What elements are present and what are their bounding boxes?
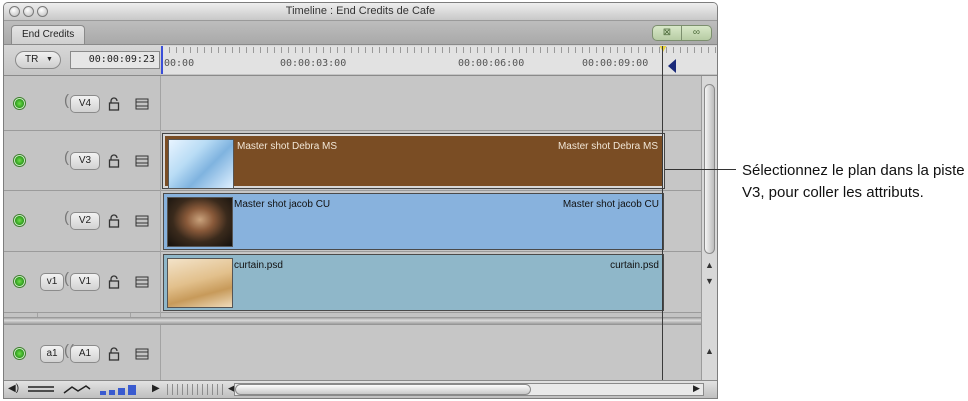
out-point-marker xyxy=(668,59,676,73)
track-enable-toggle[interactable] xyxy=(13,97,26,110)
track-lane-v4[interactable] xyxy=(161,76,701,131)
ruler-label: 00:00 xyxy=(164,58,195,69)
snapping-button[interactable]: ⊠ xyxy=(652,25,682,41)
clip-thumbnail xyxy=(168,139,234,189)
track-enable-toggle[interactable] xyxy=(13,214,26,227)
dest-control-v4[interactable]: V4 xyxy=(70,95,100,113)
track-enable-toggle[interactable] xyxy=(13,275,26,288)
clip-thumbnail xyxy=(167,258,233,308)
bottom-control-bar: ◀) ▶ ◀ ▶ xyxy=(4,380,717,398)
dest-control-a1[interactable]: A1 xyxy=(70,345,100,363)
playhead-line xyxy=(662,46,663,390)
snapping-icon: ⊠ xyxy=(662,27,672,38)
clip-master-shot-debra-ms[interactable]: Master shot Debra MS Master shot Debra M… xyxy=(162,133,665,189)
dest-control-v1[interactable]: V1 xyxy=(70,273,100,291)
track-area: ( V4 ( V3 Master shot Debra MS Master sh… xyxy=(4,76,701,380)
video-audio-divider[interactable] xyxy=(4,317,701,325)
auto-select-icon[interactable] xyxy=(135,348,149,360)
rt-label: TR xyxy=(25,54,39,65)
clip-name-end: Master shot jacob CU xyxy=(562,199,659,210)
window-title: Timeline : End Credits de Cafe xyxy=(285,5,436,17)
clip-name: Master shot jacob CU xyxy=(234,199,331,210)
zoom-out-arrow-icon[interactable]: ▶ xyxy=(152,383,160,396)
track-lane-a1[interactable] xyxy=(161,325,701,380)
clip-overlays-icon[interactable] xyxy=(26,383,56,396)
lock-icon[interactable] xyxy=(108,275,120,289)
patch-bracket: ( xyxy=(64,92,69,109)
auto-select-icon[interactable] xyxy=(135,155,149,167)
track-header-v3: ( V3 xyxy=(4,131,160,191)
patch-bracket: ( xyxy=(64,270,69,287)
title-bar: Timeline : End Credits de Cafe xyxy=(4,3,717,21)
chevron-down-icon: ▼ xyxy=(46,56,53,63)
track-lane-v1: curtain.psd curtain.psd xyxy=(161,252,701,313)
auto-select-icon[interactable] xyxy=(135,98,149,110)
lock-icon[interactable] xyxy=(108,214,120,228)
lock-icon[interactable] xyxy=(108,347,120,361)
track-header-v1: v1 ( V1 xyxy=(4,252,160,313)
dest-control-v3[interactable]: V3 xyxy=(70,152,100,170)
patch-bracket: ( xyxy=(64,209,69,226)
lock-icon[interactable] xyxy=(108,154,120,168)
patch-bracket: ( xyxy=(64,149,69,166)
playhead-handle[interactable] xyxy=(659,46,667,52)
clip-master-shot-jacob-cu[interactable]: Master shot jacob CU Master shot jacob C… xyxy=(163,193,664,250)
ruler-label: 00:00:09:00 xyxy=(582,58,649,69)
callout-leader-line xyxy=(665,169,736,170)
clip-thumbnail xyxy=(167,197,233,247)
clip-name: Master shot Debra MS xyxy=(237,141,338,152)
scroll-up-arrow-icon[interactable]: ▲ xyxy=(705,260,714,270)
source-control-a1[interactable]: a1 xyxy=(40,345,64,363)
tab-bar: End Credits ⊠ ∞ xyxy=(4,21,717,45)
callout-text: Sélectionnez le plan dans la piste V3, p… xyxy=(742,162,965,201)
tab-end-credits[interactable]: End Credits xyxy=(11,25,86,44)
scroll-down-arrow-icon[interactable]: ▼ xyxy=(705,276,714,286)
rt-popup-menu[interactable]: TR ▼ xyxy=(15,51,61,69)
scroll-up-arrow-icon[interactable]: ▲ xyxy=(705,346,714,356)
auto-select-icon[interactable] xyxy=(135,276,149,288)
clip-name-end: Master shot Debra MS xyxy=(557,141,658,152)
timeline-window: Timeline : End Credits de Cafe End Credi… xyxy=(3,2,718,399)
time-ruler[interactable]: 00:00 00:00:03:00 00:00:06:00 00:00:09:0… xyxy=(161,46,717,74)
ruler-row: TR ▼ 00:00:09:23 00:00 00:00:03:00 00:00… xyxy=(4,45,717,76)
horizontal-scroll-thumb[interactable] xyxy=(235,384,531,395)
lock-icon[interactable] xyxy=(108,97,120,111)
keyframes-icon[interactable] xyxy=(62,383,92,396)
track-header-v2: ( V2 xyxy=(4,191,160,252)
dest-control-v2[interactable]: V2 xyxy=(70,212,100,230)
track-header-v4: ( V4 xyxy=(4,76,160,131)
track-lane-v3: Master shot Debra MS Master shot Debra M… xyxy=(161,131,701,191)
track-height-icon[interactable] xyxy=(98,383,138,396)
track-enable-toggle[interactable] xyxy=(13,154,26,167)
clip-name-end: curtain.psd xyxy=(610,260,659,271)
track-lane-v2: Master shot jacob CU Master shot jacob C… xyxy=(161,191,701,252)
current-timecode-field[interactable]: 00:00:09:23 xyxy=(70,51,160,69)
ruler-label: 00:00:06:00 xyxy=(458,58,525,69)
source-control-v1[interactable]: v1 xyxy=(40,273,64,291)
ruler-ticks xyxy=(162,47,717,53)
horizontal-scrollbar[interactable] xyxy=(234,383,704,396)
in-point-marker xyxy=(161,46,163,74)
audio-controls-icon[interactable]: ◀) xyxy=(8,383,19,396)
auto-select-icon[interactable] xyxy=(135,215,149,227)
ruler-label: 00:00:03:00 xyxy=(280,58,347,69)
clip-name: curtain.psd xyxy=(234,260,283,271)
clip-curtain-psd[interactable]: curtain.psd curtain.psd xyxy=(163,254,664,311)
linking-button[interactable]: ∞ xyxy=(682,25,712,41)
track-header-a1: a1 (( A1 xyxy=(4,325,160,380)
linking-icon: ∞ xyxy=(692,27,701,38)
audio-track-enable-toggle[interactable] xyxy=(13,347,26,360)
vertical-scrollbar[interactable]: ▲ ▼ ▲ xyxy=(701,76,717,380)
scroll-right-arrow-icon[interactable]: ▶ xyxy=(693,383,700,396)
zoom-slider[interactable] xyxy=(167,384,227,395)
